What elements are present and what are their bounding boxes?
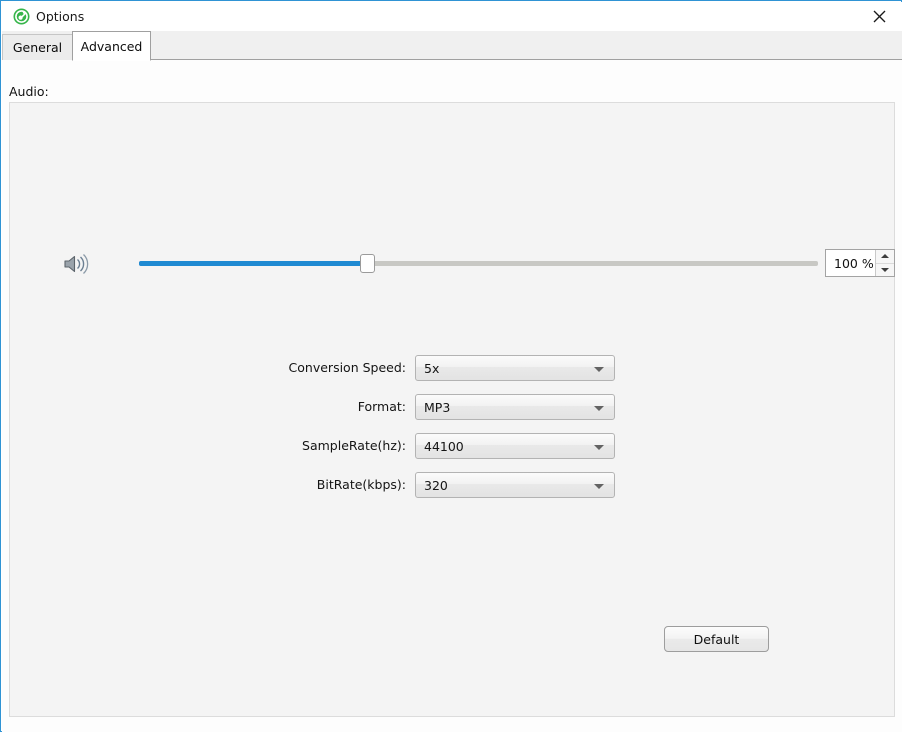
close-button[interactable] <box>856 2 902 31</box>
slider-fill <box>139 261 368 266</box>
chevron-up-icon <box>881 254 889 259</box>
volume-spinbox[interactable]: 100 % <box>825 249 895 277</box>
chevron-down-icon <box>594 484 604 489</box>
dropdown-format-value: MP3 <box>424 400 451 415</box>
dropdown-conversion-speed[interactable]: 5x <box>415 355 615 381</box>
spinner-down-button[interactable] <box>876 264 894 277</box>
row-bitrate: BitRate(kbps): 320 <box>10 472 896 498</box>
tab-general[interactable]: General <box>2 34 73 60</box>
chevron-down-icon <box>594 367 604 372</box>
label-format: Format: <box>357 399 406 414</box>
close-icon <box>873 10 885 23</box>
dropdown-samplerate[interactable]: 44100 <box>415 433 615 459</box>
tab-advanced-label: Advanced <box>80 38 143 54</box>
default-button-label: Default <box>693 631 740 647</box>
dropdown-bitrate[interactable]: 320 <box>415 472 615 498</box>
tab-strip: General Advanced <box>2 31 902 61</box>
options-window: Options General Advanced Audio: 100 % Co… <box>0 0 902 732</box>
audio-group-box: 100 % Conversion Speed: 5x Format: MP3 S… <box>9 102 895 717</box>
label-bitrate: BitRate(kbps): <box>316 477 406 492</box>
dropdown-format[interactable]: MP3 <box>415 394 615 420</box>
label-conversion-speed: Conversion Speed: <box>288 360 406 375</box>
title-bar: Options <box>2 2 902 31</box>
spinner-up-button[interactable] <box>876 250 894 264</box>
volume-value[interactable]: 100 % <box>826 250 875 276</box>
default-button[interactable]: Default <box>664 626 769 652</box>
chevron-down-icon <box>881 267 889 272</box>
tab-advanced[interactable]: Advanced <box>72 31 151 61</box>
row-format: Format: MP3 <box>10 394 896 420</box>
speaker-volume-icon <box>62 251 92 277</box>
dropdown-bitrate-value: 320 <box>424 478 448 493</box>
dropdown-conversion-speed-value: 5x <box>424 361 440 376</box>
tab-general-label: General <box>12 40 63 55</box>
row-samplerate: SampleRate(hz): 44100 <box>10 433 896 459</box>
chevron-down-icon <box>594 445 604 450</box>
dropdown-samplerate-value: 44100 <box>424 439 464 454</box>
audio-section-label: Audio: <box>9 84 49 99</box>
green-circle-logo-icon <box>13 8 30 25</box>
window-title: Options <box>36 9 85 24</box>
volume-slider[interactable] <box>132 253 818 275</box>
label-samplerate: SampleRate(hz): <box>302 438 406 453</box>
chevron-down-icon <box>594 406 604 411</box>
row-conversion-speed: Conversion Speed: 5x <box>10 355 896 381</box>
slider-thumb[interactable] <box>360 254 375 273</box>
spinner-buttons <box>875 250 894 276</box>
tab-panel-advanced: Audio: 100 % Conversion Speed: 5x Format… <box>2 60 902 732</box>
